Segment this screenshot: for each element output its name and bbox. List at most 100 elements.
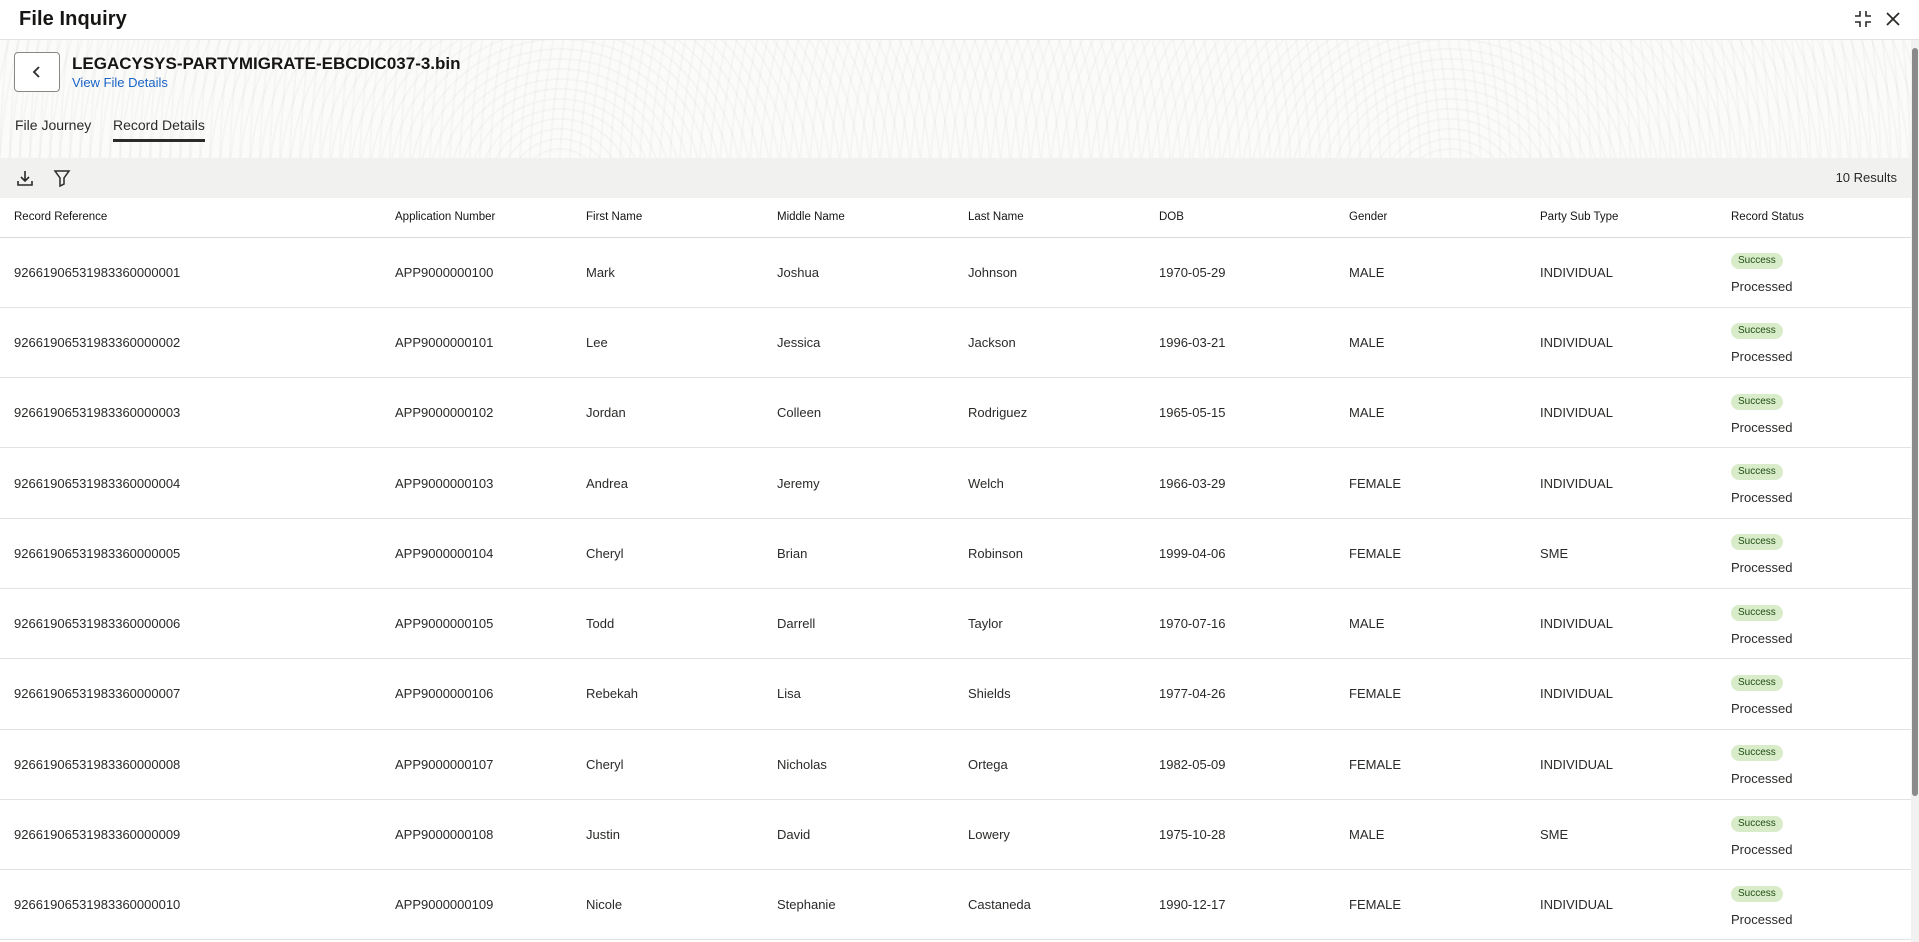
record-reference-cell: 92661906531983360000005 bbox=[0, 518, 381, 589]
middle-name-cell: Darrell bbox=[763, 588, 954, 660]
table-row[interactable]: 92661906531983360000003 APP9000000102 Jord… bbox=[0, 377, 1911, 449]
record-status-cell: Success Processed bbox=[1717, 658, 1911, 730]
first-name-cell: Cheryl bbox=[572, 729, 763, 800]
column-header[interactable]: Middle Name bbox=[763, 198, 954, 238]
middle-name-cell: Jeremy bbox=[763, 447, 954, 519]
dob-cell: 1966-03-29 bbox=[1145, 447, 1335, 519]
dob-cell: 1970-07-16 bbox=[1145, 588, 1335, 660]
column-header[interactable]: Record Status bbox=[1717, 198, 1911, 238]
tab-file-journey[interactable]: File Journey bbox=[15, 117, 91, 142]
status-badge: Success bbox=[1731, 815, 1783, 832]
record-status-cell: Success Processed bbox=[1717, 588, 1911, 660]
table-row[interactable]: 92661906531983360000002 APP9000000101 Lee J… bbox=[0, 307, 1911, 379]
application-number-cell: APP9000000105 bbox=[381, 588, 572, 660]
file-name: LEGACYSYS-PARTYMIGRATE-EBCDIC037-3.bin bbox=[72, 54, 461, 73]
status-badge: Success bbox=[1731, 604, 1783, 621]
chevron-left-icon bbox=[32, 66, 40, 78]
compress-icon[interactable] bbox=[1852, 8, 1874, 30]
record-reference-cell: 92661906531983360000003 bbox=[0, 377, 381, 449]
processing-status: Processed bbox=[1731, 419, 1793, 435]
party-sub-type-cell: INDIVIDUAL bbox=[1526, 237, 1717, 308]
last-name-cell: Robinson bbox=[954, 518, 1145, 589]
record-status-cell: Success Processed bbox=[1717, 447, 1911, 519]
column-header[interactable]: DOB bbox=[1145, 198, 1335, 238]
dob-cell: 1965-05-15 bbox=[1145, 377, 1335, 449]
scrollbar-thumb[interactable] bbox=[1912, 48, 1918, 796]
status-badge: Success bbox=[1731, 393, 1783, 410]
record-status-cell: Success Processed bbox=[1717, 518, 1911, 589]
tab-record-details[interactable]: Record Details bbox=[113, 117, 205, 142]
download-icon[interactable] bbox=[14, 167, 36, 189]
record-reference-cell: 92661906531983360000007 bbox=[0, 658, 381, 730]
last-name-cell: Shields bbox=[954, 658, 1145, 730]
first-name-cell: Justin bbox=[572, 799, 763, 871]
table-row[interactable]: 92661906531983360000006 APP9000000105 Todd… bbox=[0, 588, 1911, 660]
record-reference-cell: 92661906531983360000009 bbox=[0, 799, 381, 871]
dob-cell: 1990-12-17 bbox=[1145, 869, 1335, 941]
application-number-cell: APP9000000102 bbox=[381, 377, 572, 449]
last-name-cell: Welch bbox=[954, 447, 1145, 519]
table-row[interactable]: 92661906531983360000008 APP9000000107 Cher… bbox=[0, 729, 1911, 800]
table-row[interactable]: 92661906531983360000009 APP9000000108 Just… bbox=[0, 799, 1911, 871]
filter-icon[interactable] bbox=[51, 167, 73, 189]
party-sub-type-cell: INDIVIDUAL bbox=[1526, 588, 1717, 660]
first-name-cell: Cheryl bbox=[572, 518, 763, 589]
processing-status: Processed bbox=[1731, 771, 1793, 787]
column-header[interactable]: Gender bbox=[1335, 198, 1526, 238]
first-name-cell: Jordan bbox=[572, 377, 763, 449]
view-file-details-link[interactable]: View File Details bbox=[72, 75, 168, 90]
record-reference-cell: 92661906531983360000006 bbox=[0, 588, 381, 660]
table-row[interactable]: 92661906531983360000001 APP9000000100 Mark… bbox=[0, 237, 1911, 308]
column-header[interactable]: First Name bbox=[572, 198, 763, 238]
back-button[interactable] bbox=[14, 52, 60, 92]
application-number-cell: APP9000000106 bbox=[381, 658, 572, 730]
column-header[interactable]: Party Sub Type bbox=[1526, 198, 1717, 238]
record-status-cell: Success Processed bbox=[1717, 307, 1911, 379]
record-reference-cell: 92661906531983360000004 bbox=[0, 447, 381, 519]
processing-status: Processed bbox=[1731, 279, 1793, 295]
column-header[interactable]: Last Name bbox=[954, 198, 1145, 238]
dob-cell: 1970-05-29 bbox=[1145, 237, 1335, 308]
content-area: LEGACYSYS-PARTYMIGRATE-EBCDIC037-3.bin V… bbox=[0, 40, 1911, 942]
application-number-cell: APP9000000107 bbox=[381, 729, 572, 800]
party-sub-type-cell: SME bbox=[1526, 518, 1717, 589]
party-sub-type-cell: INDIVIDUAL bbox=[1526, 729, 1717, 800]
table-row[interactable]: 92661906531983360000005 APP9000000104 Cher… bbox=[0, 518, 1911, 589]
processing-status: Processed bbox=[1731, 560, 1793, 576]
gender-cell: FEMALE bbox=[1335, 447, 1526, 519]
gender-cell: MALE bbox=[1335, 588, 1526, 660]
table-row[interactable]: 92661906531983360000010 APP9000000109 Nico… bbox=[0, 869, 1911, 941]
middle-name-cell: David bbox=[763, 799, 954, 871]
table-header-row: Record Reference Application Number First … bbox=[0, 198, 1911, 238]
processing-status: Processed bbox=[1731, 490, 1793, 506]
first-name-cell: Todd bbox=[572, 588, 763, 660]
record-status-cell: Success Processed bbox=[1717, 237, 1911, 308]
table-row[interactable]: 92661906531983360000004 APP9000000103 Andr… bbox=[0, 447, 1911, 519]
record-reference-cell: 92661906531983360000001 bbox=[0, 237, 381, 308]
application-number-cell: APP9000000109 bbox=[381, 869, 572, 941]
record-status-cell: Success Processed bbox=[1717, 869, 1911, 941]
record-status-cell: Success Processed bbox=[1717, 377, 1911, 449]
record-reference-cell: 92661906531983360000010 bbox=[0, 869, 381, 941]
column-header[interactable]: Record Reference bbox=[0, 198, 381, 238]
status-badge: Success bbox=[1731, 253, 1783, 270]
middle-name-cell: Jessica bbox=[763, 307, 954, 379]
table-toolbar: 10 Results bbox=[0, 158, 1911, 198]
last-name-cell: Rodriguez bbox=[954, 377, 1145, 449]
processing-status: Processed bbox=[1731, 630, 1793, 646]
record-reference-cell: 92661906531983360000002 bbox=[0, 307, 381, 379]
column-header[interactable]: Application Number bbox=[381, 198, 572, 238]
status-badge: Success bbox=[1731, 745, 1783, 762]
middle-name-cell: Colleen bbox=[763, 377, 954, 449]
first-name-cell: Mark bbox=[572, 237, 763, 308]
status-badge: Success bbox=[1731, 464, 1783, 481]
middle-name-cell: Joshua bbox=[763, 237, 954, 308]
party-sub-type-cell: INDIVIDUAL bbox=[1526, 447, 1717, 519]
table-row[interactable]: 92661906531983360000007 APP9000000106 Rebe… bbox=[0, 658, 1911, 730]
vertical-scrollbar[interactable] bbox=[1911, 40, 1919, 942]
status-badge: Success bbox=[1731, 885, 1783, 902]
first-name-cell: Andrea bbox=[572, 447, 763, 519]
close-icon[interactable] bbox=[1882, 8, 1904, 30]
last-name-cell: Lowery bbox=[954, 799, 1145, 871]
middle-name-cell: Brian bbox=[763, 518, 954, 589]
